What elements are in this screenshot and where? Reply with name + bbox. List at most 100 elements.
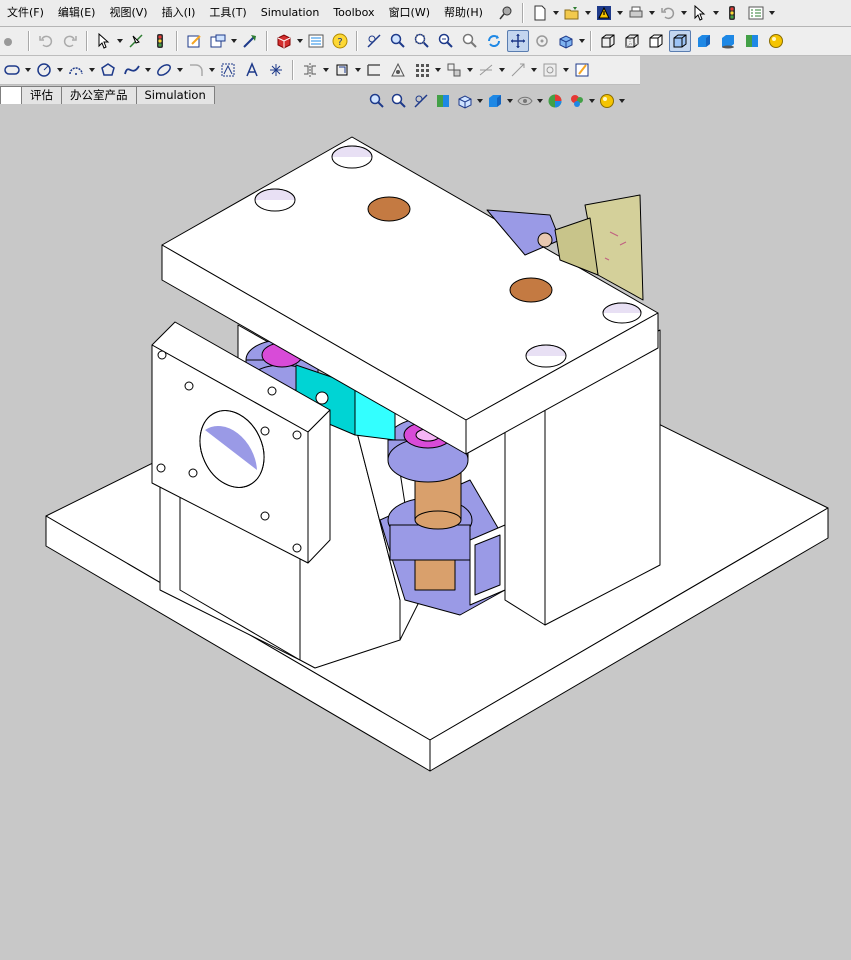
trim-icon[interactable] bbox=[475, 59, 497, 81]
section-view-icon[interactable] bbox=[741, 30, 763, 52]
redo-view-icon[interactable] bbox=[59, 30, 81, 52]
shaded-with-edges-icon[interactable] bbox=[669, 30, 691, 52]
ellipse-dropdown[interactable] bbox=[176, 59, 184, 81]
print-icon[interactable] bbox=[625, 2, 647, 24]
menu-simulation[interactable]: Simulation bbox=[254, 2, 327, 24]
pin-menu-icon[interactable] bbox=[495, 2, 517, 24]
select-dropdown[interactable] bbox=[712, 2, 720, 24]
roll-view-icon[interactable] bbox=[531, 30, 553, 52]
wireframe-icon[interactable] bbox=[597, 30, 619, 52]
tab-evaluate[interactable]: 评估 bbox=[21, 86, 62, 104]
traffic-light-icon[interactable] bbox=[721, 2, 743, 24]
undo-dropdown[interactable] bbox=[680, 2, 688, 24]
realview-icon[interactable] bbox=[765, 30, 787, 52]
toolbox-dropdown[interactable] bbox=[296, 30, 304, 52]
sketch-picture-icon[interactable] bbox=[539, 59, 561, 81]
hide-show-dropdown[interactable] bbox=[536, 90, 544, 112]
apply-scene-dropdown[interactable] bbox=[588, 90, 596, 112]
move-entities-icon[interactable] bbox=[443, 59, 465, 81]
help-icon[interactable]: ? bbox=[329, 30, 351, 52]
slot-icon[interactable] bbox=[1, 59, 23, 81]
view-orientation-dropdown[interactable] bbox=[476, 90, 484, 112]
polygon-icon[interactable] bbox=[97, 59, 119, 81]
arc-icon[interactable] bbox=[65, 59, 87, 81]
open-dropdown[interactable] bbox=[584, 2, 592, 24]
offset-dropdown[interactable] bbox=[354, 59, 362, 81]
rapid-sketch-icon[interactable] bbox=[571, 59, 593, 81]
text-pattern-icon[interactable] bbox=[217, 59, 239, 81]
display-style-dropdown[interactable] bbox=[506, 90, 514, 112]
view-settings-dropdown[interactable] bbox=[618, 90, 626, 112]
pan-icon[interactable] bbox=[507, 30, 529, 52]
display-style-icon[interactable] bbox=[485, 91, 505, 111]
view-orientation-icon[interactable] bbox=[555, 30, 577, 52]
previous-view-icon[interactable] bbox=[411, 91, 431, 111]
new-document-icon[interactable] bbox=[529, 2, 551, 24]
shadows-icon[interactable] bbox=[717, 30, 739, 52]
menu-window[interactable]: 窗口(W) bbox=[382, 2, 437, 24]
undo-icon[interactable] bbox=[657, 2, 679, 24]
pattern-dropdown[interactable] bbox=[434, 59, 442, 81]
smart-dimension-icon[interactable] bbox=[125, 30, 147, 52]
undo-view-icon[interactable] bbox=[35, 30, 57, 52]
slot-dropdown[interactable] bbox=[24, 59, 32, 81]
menu-edit[interactable]: 编辑(E) bbox=[51, 2, 103, 24]
edit-appearance-icon[interactable] bbox=[545, 91, 565, 111]
zoom-in-icon[interactable] bbox=[411, 30, 433, 52]
move-dropdown[interactable] bbox=[466, 59, 474, 81]
new-document-dropdown[interactable] bbox=[552, 2, 560, 24]
zoom-out-icon[interactable] bbox=[435, 30, 457, 52]
sketch-text-icon[interactable] bbox=[241, 59, 263, 81]
hide-show-items-icon[interactable] bbox=[515, 91, 535, 111]
rotate-part-icon[interactable] bbox=[1, 30, 23, 52]
circle-dropdown[interactable] bbox=[56, 59, 64, 81]
options-list-icon[interactable] bbox=[745, 2, 767, 24]
options-dropdown[interactable] bbox=[768, 2, 776, 24]
tab-simulation[interactable]: Simulation bbox=[135, 86, 215, 104]
menu-tools[interactable]: 工具(T) bbox=[202, 2, 253, 24]
select-arrow-icon[interactable] bbox=[689, 2, 711, 24]
offset-entities-icon[interactable] bbox=[331, 59, 353, 81]
select-cursor-icon[interactable] bbox=[93, 30, 115, 52]
print-dropdown[interactable] bbox=[648, 2, 656, 24]
smart-fastener-icon[interactable] bbox=[207, 30, 229, 52]
ellipse-icon[interactable] bbox=[153, 59, 175, 81]
mirror-dropdown[interactable] bbox=[322, 59, 330, 81]
edit-sketch-icon[interactable] bbox=[183, 30, 205, 52]
view-orientation-dropdown[interactable] bbox=[578, 30, 586, 52]
apply-scene-icon[interactable] bbox=[567, 91, 587, 111]
spline-dropdown[interactable] bbox=[144, 59, 152, 81]
quick-snaps-dropdown[interactable] bbox=[530, 59, 538, 81]
display-relations-icon[interactable] bbox=[387, 59, 409, 81]
zoom-to-fit-icon[interactable] bbox=[367, 91, 387, 111]
hidden-lines-removed-icon[interactable] bbox=[645, 30, 667, 52]
menu-view[interactable]: 视图(V) bbox=[102, 2, 154, 24]
linear-pattern-icon[interactable] bbox=[411, 59, 433, 81]
sketch-picture-dropdown[interactable] bbox=[562, 59, 570, 81]
zoom-selection-icon[interactable] bbox=[459, 30, 481, 52]
arc-dropdown[interactable] bbox=[88, 59, 96, 81]
trim-dropdown[interactable] bbox=[498, 59, 506, 81]
spline-icon[interactable] bbox=[121, 59, 143, 81]
fillet-icon[interactable] bbox=[185, 59, 207, 81]
rebuild-dropdown[interactable] bbox=[616, 2, 624, 24]
properties-icon[interactable] bbox=[305, 30, 327, 52]
tab-features[interactable] bbox=[0, 86, 22, 104]
hidden-lines-visible-icon[interactable] bbox=[621, 30, 643, 52]
view-settings-icon[interactable] bbox=[597, 91, 617, 111]
toolbox-icon[interactable] bbox=[273, 30, 295, 52]
section-view-icon[interactable] bbox=[433, 91, 453, 111]
assembly-model[interactable] bbox=[0, 112, 851, 960]
menu-toolbox[interactable]: Toolbox bbox=[326, 2, 381, 24]
view-orientation-icon[interactable] bbox=[455, 91, 475, 111]
zoom-to-area-icon[interactable] bbox=[363, 30, 385, 52]
rotate-view-icon[interactable] bbox=[483, 30, 505, 52]
rebuild-traffic-icon[interactable] bbox=[149, 30, 171, 52]
circle-icon[interactable] bbox=[33, 59, 55, 81]
point-icon[interactable] bbox=[265, 59, 287, 81]
fillet-dropdown[interactable] bbox=[208, 59, 216, 81]
quick-snaps-icon[interactable] bbox=[507, 59, 529, 81]
graphics-area[interactable] bbox=[0, 112, 851, 960]
zoom-to-area-icon[interactable] bbox=[389, 91, 409, 111]
menu-insert[interactable]: 插入(I) bbox=[155, 2, 203, 24]
